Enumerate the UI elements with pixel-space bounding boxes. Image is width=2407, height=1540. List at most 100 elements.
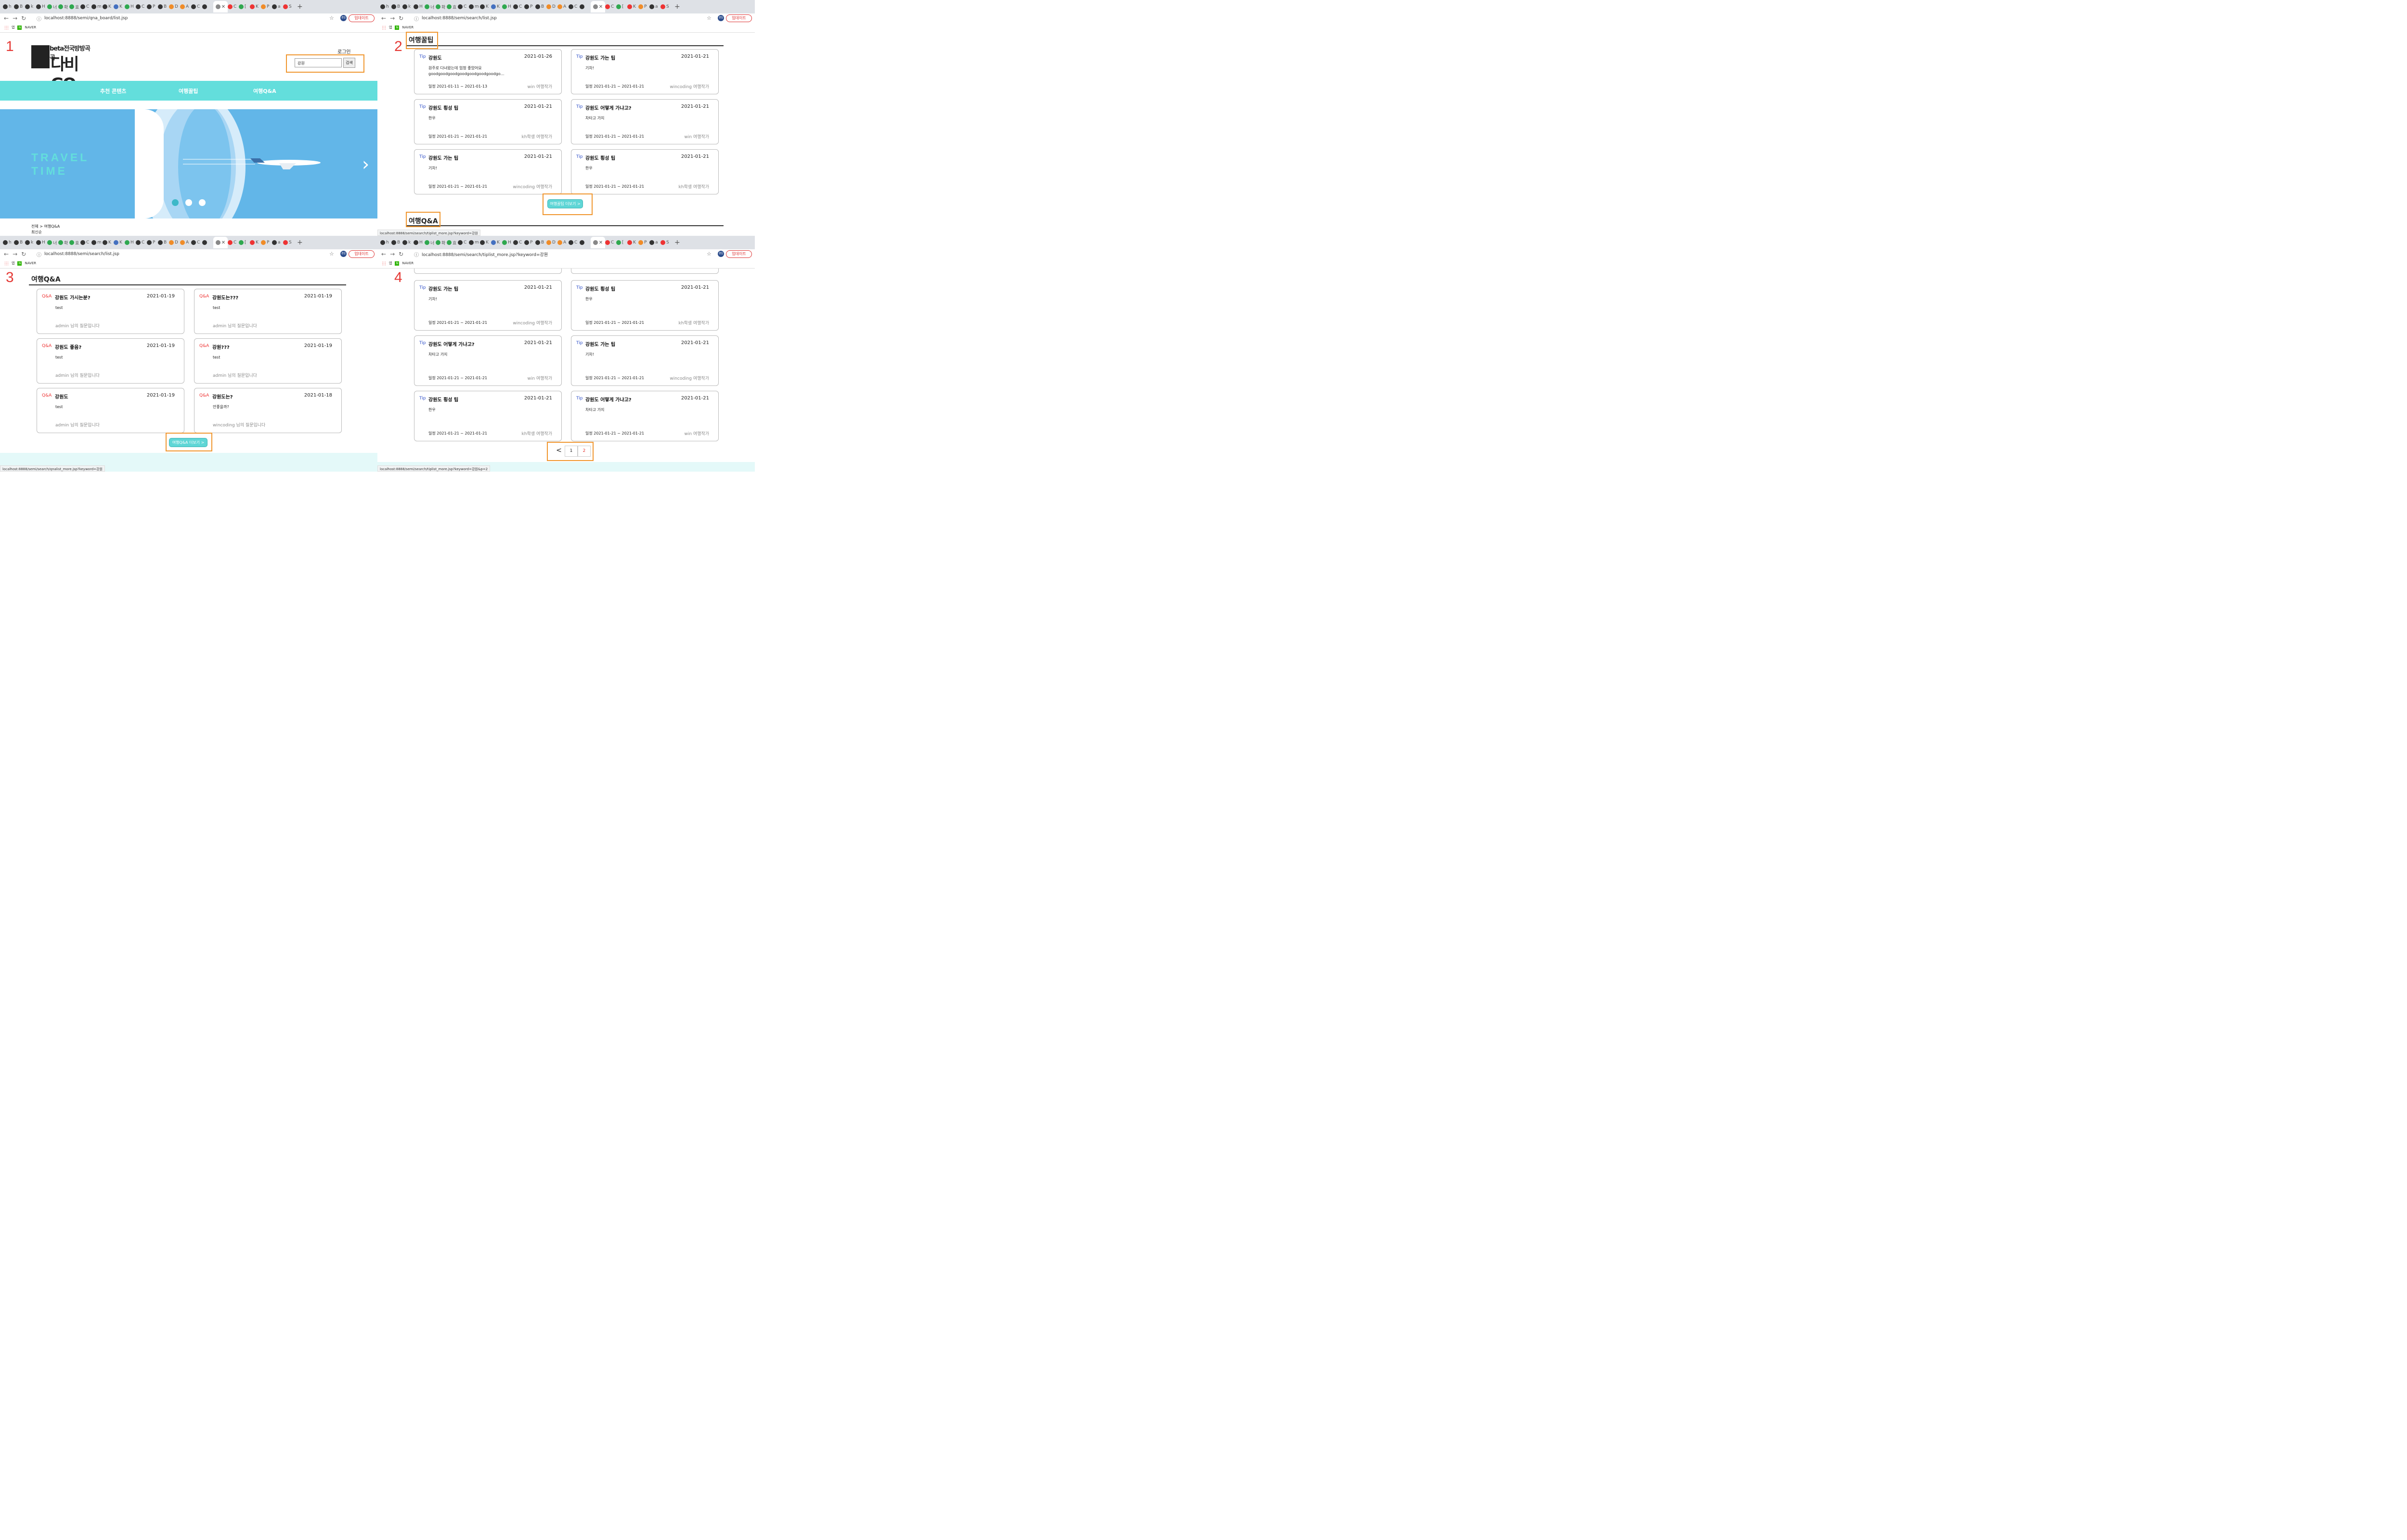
browser-tab-active[interactable]: ✕ (213, 1, 228, 13)
forward-icon[interactable]: → (13, 15, 17, 22)
tip-card[interactable]: Tip 강원도 횡성 팁 2021-01-21 한우 일정 2021-01-21 ~ 2… (571, 280, 719, 331)
browser-tab[interactable]: S (660, 240, 672, 245)
update-button[interactable]: 업데이트 (726, 14, 752, 22)
browser-tab[interactable]: B (391, 4, 402, 9)
avatar[interactable]: 경일 (718, 251, 724, 257)
tip-card[interactable]: Tip 강원도 어떻게 가냐고? 2021-01-21 차타고 가지 일정 2021-0… (571, 391, 719, 441)
bookmark-naver[interactable]: NAVER (25, 26, 36, 29)
apps-icon[interactable] (4, 25, 9, 30)
browser-tab[interactable]: [ (239, 240, 250, 245)
nav-tips[interactable]: 여행꿀팁 (179, 87, 198, 95)
browser-tab[interactable]: K (114, 4, 125, 9)
browser-tab[interactable]: B (158, 240, 169, 245)
qna-card[interactable]: Q&A 강원도는??? 2021-01-19 test admin 님의 질문입니다 (194, 289, 342, 334)
browser-tab[interactable]: H (36, 240, 47, 245)
reload-icon[interactable]: ↻ (399, 15, 403, 22)
carousel-dot-3[interactable] (199, 199, 206, 206)
reload-icon[interactable]: ↻ (21, 15, 26, 22)
browser-tab[interactable]: H (414, 4, 425, 9)
forward-icon[interactable]: → (390, 251, 395, 257)
browser-tab[interactable]: 효 (447, 4, 458, 10)
browser-tab[interactable]: A (180, 4, 191, 9)
browser-tab[interactable]: P (261, 4, 272, 9)
card-title[interactable]: 강원도 어떻게 가냐고? (585, 104, 632, 111)
card-title[interactable]: 강원도 가시는분? (55, 294, 91, 301)
browser-tab[interactable]: P (524, 4, 535, 9)
browser-tab[interactable]: C (513, 240, 524, 245)
card-title[interactable]: 강원도 어떻게 가냐고? (428, 340, 475, 347)
tip-card[interactable]: Tip 강원도 횡성 팁 2021-01-21 한우 일정 2021-01-21 ~ 2… (414, 391, 562, 441)
browser-tab[interactable]: h (380, 240, 391, 245)
tip-card[interactable]: Tip 강원도 횡성 팁 2021-01-21 한우 일정 2021-01-21 ~ 2… (414, 99, 562, 144)
close-icon[interactable]: ✕ (599, 4, 603, 10)
avatar[interactable]: 경일 (340, 15, 347, 21)
tip-card[interactable]: Tip 강원도 어떻게 가냐고? 2021-01-21 차타고 가지 일정 2021-0… (571, 99, 719, 144)
browser-tab[interactable]: H (36, 4, 47, 9)
browser-tab[interactable]: C (228, 4, 239, 9)
forward-icon[interactable]: → (390, 15, 395, 22)
browser-tab[interactable]: K (103, 240, 114, 245)
close-icon[interactable]: ✕ (221, 4, 225, 10)
qna-card[interactable]: Q&A 강원??? 2021-01-19 test admin 님의 질문입니다 (194, 338, 342, 384)
browser-tab[interactable]: C (513, 4, 524, 9)
browser-tab[interactable]: P (147, 4, 158, 9)
browser-tab-active[interactable]: ✕ (213, 237, 228, 248)
new-tab-button[interactable]: + (674, 3, 684, 11)
browser-tab[interactable]: D (546, 4, 557, 9)
browser-tab[interactable]: K (480, 240, 491, 245)
browser-tab[interactable]: k (25, 4, 36, 9)
browser-tab[interactable]: a (649, 4, 660, 9)
browser-tab[interactable]: C (569, 240, 580, 245)
browser-tab[interactable]: a (272, 240, 283, 245)
browser-tab[interactable]: B (158, 4, 169, 9)
browser-tab[interactable]: K (250, 240, 261, 245)
browser-tab[interactable]: H (502, 4, 513, 9)
browser-tab[interactable] (202, 240, 213, 245)
browser-tab[interactable]: C (80, 4, 91, 9)
back-icon[interactable]: ← (381, 15, 386, 22)
browser-tab[interactable]: D (546, 240, 557, 245)
browser-tab[interactable]: C (136, 4, 147, 9)
browser-tab[interactable]: m (469, 4, 480, 9)
browser-tab[interactable]: h (3, 240, 14, 245)
tip-card[interactable]: Tip 강원도 2021-01-26 원주로 다녀왔는데 엄청 좋았어요 goodgo… (414, 49, 562, 94)
back-icon[interactable]: ← (4, 251, 9, 257)
browser-tab[interactable]: m (469, 240, 480, 245)
browser-tab[interactable]: S (283, 4, 294, 9)
card-title[interactable]: 강원도 가는 팁 (585, 340, 615, 347)
browser-tab[interactable]: 확 (58, 240, 69, 246)
url-field[interactable]: ⓘ localhost:8888/semi/search/list.jsp (414, 15, 703, 22)
tip-card[interactable]: Tip 강원도 가는 팁 2021-01-21 기차! 일정 2021-01-21 ~ … (414, 149, 562, 194)
browser-tab[interactable]: C (458, 4, 469, 9)
back-icon[interactable]: ← (381, 251, 386, 257)
new-tab-button[interactable]: + (297, 239, 307, 246)
update-button[interactable]: 업데이트 (726, 250, 752, 258)
browser-tab[interactable]: k (25, 240, 36, 245)
site-logo[interactable]: beta전국방방곡곡 다비GO (31, 43, 91, 94)
card-title[interactable]: 강원도 (428, 54, 442, 61)
qna-card[interactable]: Q&A 강원도 2021-01-19 test admin 님의 질문입니다 (37, 388, 184, 433)
url-field[interactable]: ⓘ localhost:8888/semi/qna_board/list.jsp (37, 15, 325, 22)
reload-icon[interactable]: ↻ (21, 251, 26, 257)
browser-tab[interactable]: 효 (447, 240, 458, 246)
chevron-right-icon[interactable]: › (362, 154, 369, 175)
browser-tab[interactable]: 너 (47, 4, 58, 10)
apps-icon[interactable] (382, 261, 386, 266)
card-title[interactable]: 강원도 (55, 393, 68, 400)
card-title[interactable]: 강원도 횡성 팁 (585, 285, 615, 292)
avatar[interactable]: 경일 (718, 15, 724, 21)
browser-tab[interactable]: a (649, 240, 660, 245)
browser-tab[interactable]: P (638, 4, 649, 9)
back-icon[interactable]: ← (4, 15, 9, 22)
browser-tab[interactable]: k (402, 240, 414, 245)
browser-tab[interactable]: h (3, 4, 14, 9)
browser-tab[interactable]: 너 (47, 240, 58, 246)
star-icon[interactable]: ☆ (707, 15, 712, 21)
qna-card[interactable]: Q&A 강원도는? 2021-01-18 안좋을까? wincoding 님의 질문입니… (194, 388, 342, 433)
nav-qna[interactable]: 여행Q&A (253, 87, 276, 95)
new-tab-button[interactable]: + (674, 239, 684, 246)
browser-tab[interactable]: H (414, 240, 425, 245)
browser-tab-active[interactable]: ✕ (591, 237, 605, 248)
qna-card[interactable]: Q&A 강원도 좋음? 2021-01-19 test admin 님의 질문입니다 (37, 338, 184, 384)
browser-tab[interactable]: D (169, 240, 180, 245)
